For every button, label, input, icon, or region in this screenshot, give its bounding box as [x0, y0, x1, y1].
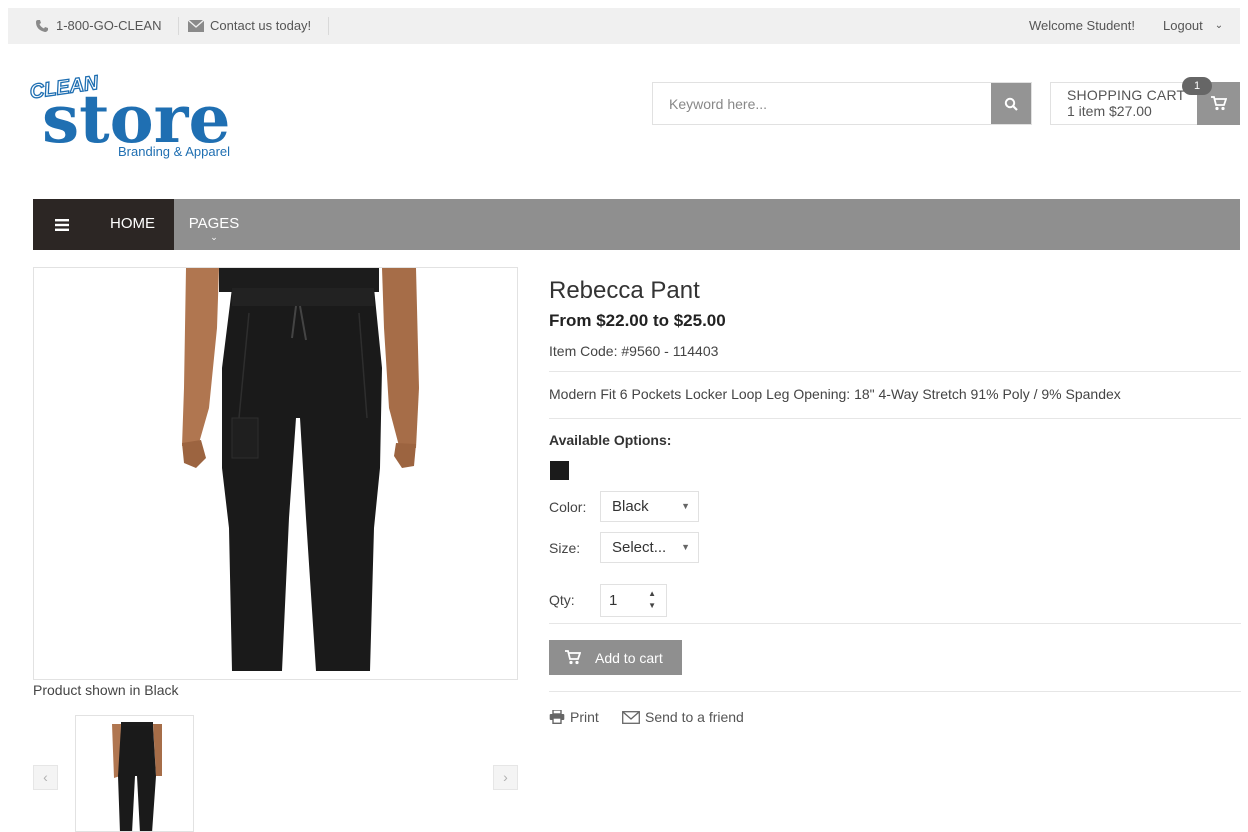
welcome-text: Welcome Student!	[1029, 8, 1135, 44]
qty-label: Qty:	[549, 592, 575, 608]
product-description: Modern Fit 6 Pockets Locker Loop Leg Ope…	[549, 386, 1121, 402]
thumbnail-photo	[112, 722, 162, 831]
divider	[328, 17, 329, 35]
divider	[549, 371, 1241, 372]
envelope-icon	[622, 710, 640, 724]
logout-menu[interactable]: Logout ⌄	[1163, 8, 1223, 44]
divider	[549, 691, 1241, 692]
chevron-down-icon: ⌄	[210, 232, 218, 242]
search-icon	[1004, 97, 1018, 111]
menu-toggle[interactable]	[33, 199, 91, 250]
add-to-cart-label: Add to cart	[595, 649, 663, 666]
hamburger-icon	[55, 218, 69, 231]
add-to-cart-button[interactable]: Add to cart	[549, 640, 682, 675]
send-to-friend-link[interactable]: Send to a friend	[622, 709, 744, 725]
cart-summary: 1 item $27.00	[1067, 103, 1152, 119]
contact-text: Contact us today!	[210, 18, 312, 33]
caret-down-icon: ▼	[681, 501, 690, 511]
spinner-icon[interactable]: ▲ ▼	[648, 588, 656, 612]
mail-icon	[188, 18, 204, 34]
color-swatch-black[interactable]	[550, 461, 569, 480]
phone-link[interactable]: 1-800-GO-CLEAN	[34, 8, 161, 44]
phone-icon	[34, 18, 50, 34]
color-select-value: Black	[612, 498, 649, 515]
nav-item-home[interactable]: HOME	[91, 199, 174, 250]
product-title: Rebecca Pant	[549, 277, 700, 304]
product-image[interactable]	[33, 267, 518, 680]
quantity-stepper[interactable]: 1 ▲ ▼	[600, 584, 667, 617]
color-select[interactable]: Black ▼	[600, 491, 699, 522]
cart-icon	[565, 650, 581, 665]
printer-icon	[549, 710, 565, 724]
pants-photo	[182, 268, 419, 671]
store-logo[interactable]: CLEAN store Branding & Apparel	[28, 71, 268, 164]
size-label: Size:	[549, 540, 581, 556]
thumb-next-button[interactable]: ›	[493, 765, 518, 790]
cart-icon	[1210, 96, 1227, 111]
options-heading: Available Options:	[549, 432, 672, 448]
search-button[interactable]	[991, 83, 1031, 124]
divider	[178, 17, 179, 35]
send-label: Send to a friend	[645, 709, 744, 725]
chevron-down-icon: ⌄	[1214, 20, 1224, 31]
print-link[interactable]: Print	[549, 709, 599, 725]
color-label: Color:	[549, 499, 587, 515]
item-code: Item Code: #9560 - 114403	[549, 343, 719, 359]
divider	[549, 623, 1241, 624]
size-select-value: Select...	[612, 539, 667, 556]
size-select[interactable]: Select... ▼	[600, 532, 699, 563]
image-caption: Product shown in Black	[33, 682, 179, 698]
top-bar: 1-800-GO-CLEAN Contact us today! Welcome…	[8, 8, 1240, 44]
cart-count-badge: 1	[1182, 77, 1212, 95]
main-nav: HOME PAGES ⌄	[33, 199, 1240, 250]
thumb-prev-button[interactable]: ‹	[33, 765, 58, 790]
divider	[549, 418, 1241, 419]
phone-number: 1-800-GO-CLEAN	[56, 18, 162, 33]
contact-link[interactable]: Contact us today!	[188, 8, 311, 44]
product-thumbnail[interactable]	[75, 715, 194, 832]
nav-pages-label: PAGES	[188, 215, 240, 232]
welcome-label: Welcome Student!	[1029, 18, 1135, 33]
caret-down-icon: ▼	[681, 542, 690, 552]
product-price: From $22.00 to $25.00	[549, 311, 726, 330]
cart-title: SHOPPING CART	[1067, 87, 1186, 103]
qty-value: 1	[609, 592, 618, 609]
search-input[interactable]	[653, 83, 991, 124]
shopping-cart[interactable]: SHOPPING CART 1 item $27.00 1	[1050, 77, 1240, 125]
nav-item-pages[interactable]: PAGES ⌄	[174, 199, 254, 250]
logo-graphic: CLEAN store Branding & Apparel	[28, 71, 231, 159]
print-label: Print	[570, 709, 599, 725]
logo-tagline: Branding & Apparel	[118, 144, 230, 159]
search-bar	[652, 82, 1032, 125]
logout-label: Logout	[1163, 18, 1203, 33]
